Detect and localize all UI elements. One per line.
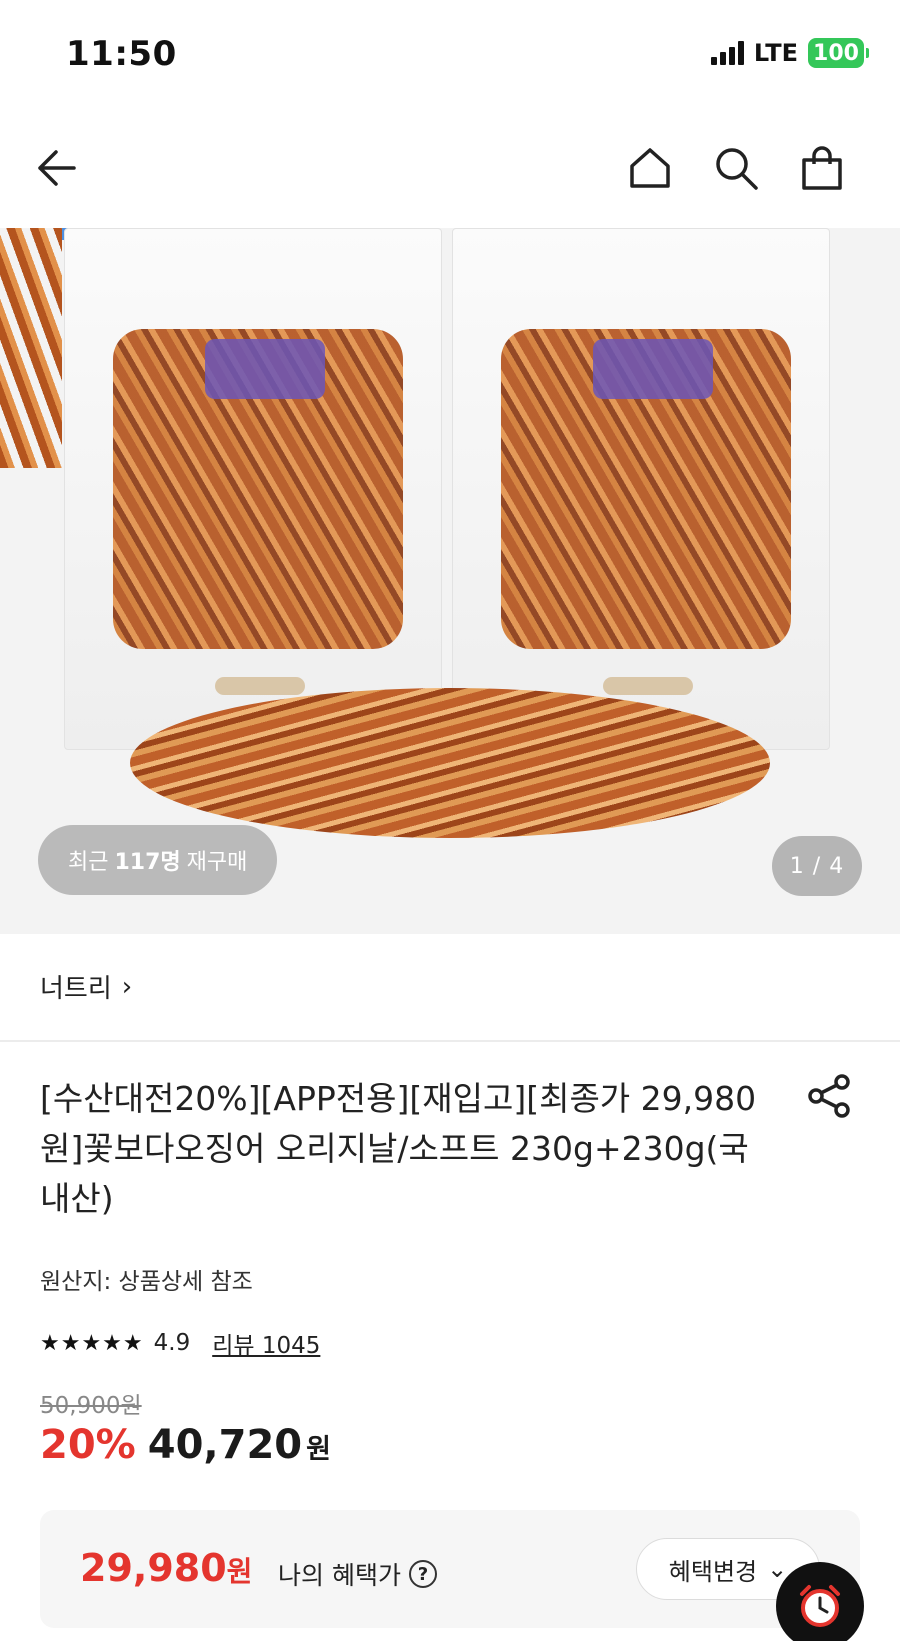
store-name: 너트리 xyxy=(40,974,112,1004)
image-page-indicator: 1 / 4 xyxy=(772,836,862,896)
brand-logo-image xyxy=(205,339,325,399)
repurchase-badge: 최근 117명 재구매 xyxy=(38,825,278,895)
shopping-bag-icon xyxy=(802,146,842,190)
battery-icon: 100 xyxy=(808,38,869,68)
status-bar: 11:50 LTE 100 xyxy=(0,0,900,110)
search-icon xyxy=(716,148,758,190)
repurchase-count: 117명 xyxy=(114,850,181,875)
price-row: 20% 40,720 원 xyxy=(40,1422,331,1468)
home-icon xyxy=(630,148,670,188)
back-button[interactable] xyxy=(26,138,86,198)
home-button[interactable] xyxy=(620,138,680,198)
benefit-label: 나의 혜택가 ? xyxy=(278,1556,437,1592)
alarm-clock-button[interactable] xyxy=(776,1562,864,1641)
star-rating-icon: ★★★★★ xyxy=(40,1330,144,1356)
review-link[interactable]: 리뷰 1045 xyxy=(212,1326,320,1360)
section-divider xyxy=(0,1040,900,1042)
status-time: 11:50 xyxy=(66,34,177,74)
share-button[interactable] xyxy=(806,1072,854,1120)
signal-icon xyxy=(710,41,744,65)
share-icon xyxy=(808,1074,850,1118)
currency-unit: 원 xyxy=(306,1434,331,1465)
product-package-image xyxy=(452,228,830,750)
squid-strips-image xyxy=(130,688,770,838)
alarm-clock-icon xyxy=(800,1585,840,1627)
rating-row: ★★★★★ 4.9 리뷰 1045 xyxy=(40,1326,320,1360)
discount-rate: 20% xyxy=(40,1422,136,1468)
cart-button[interactable] xyxy=(792,138,852,198)
rating-value: 4.9 xyxy=(153,1330,191,1356)
product-package-image xyxy=(64,228,442,750)
network-type: LTE xyxy=(753,39,798,67)
previous-image-edge xyxy=(0,228,62,468)
top-navigation xyxy=(0,120,900,216)
back-arrow-icon xyxy=(38,150,76,186)
benefit-price-box: 29,980 원 나의 혜택가 ? 혜택변경 ⌄ xyxy=(40,1510,860,1628)
sale-price: 40,720 xyxy=(147,1422,303,1468)
product-title: [수산대전20%][APP전용][재입고][최종가 29,980원]꽃보다오징어… xyxy=(40,1079,757,1218)
original-price: 50,900원 xyxy=(40,1393,142,1419)
benefit-price: 29,980 원 xyxy=(80,1546,253,1590)
brand-logo-image xyxy=(593,339,713,399)
status-indicators: LTE 100 xyxy=(710,38,869,68)
origin-info: 원산지: 상품상세 참조 xyxy=(40,1269,253,1295)
store-link[interactable]: 너트리 › xyxy=(40,968,132,1005)
battery-level: 100 xyxy=(813,40,859,66)
help-icon[interactable]: ? xyxy=(408,1560,437,1588)
search-button[interactable] xyxy=(706,138,766,198)
chevron-right-icon: › xyxy=(121,971,133,1002)
